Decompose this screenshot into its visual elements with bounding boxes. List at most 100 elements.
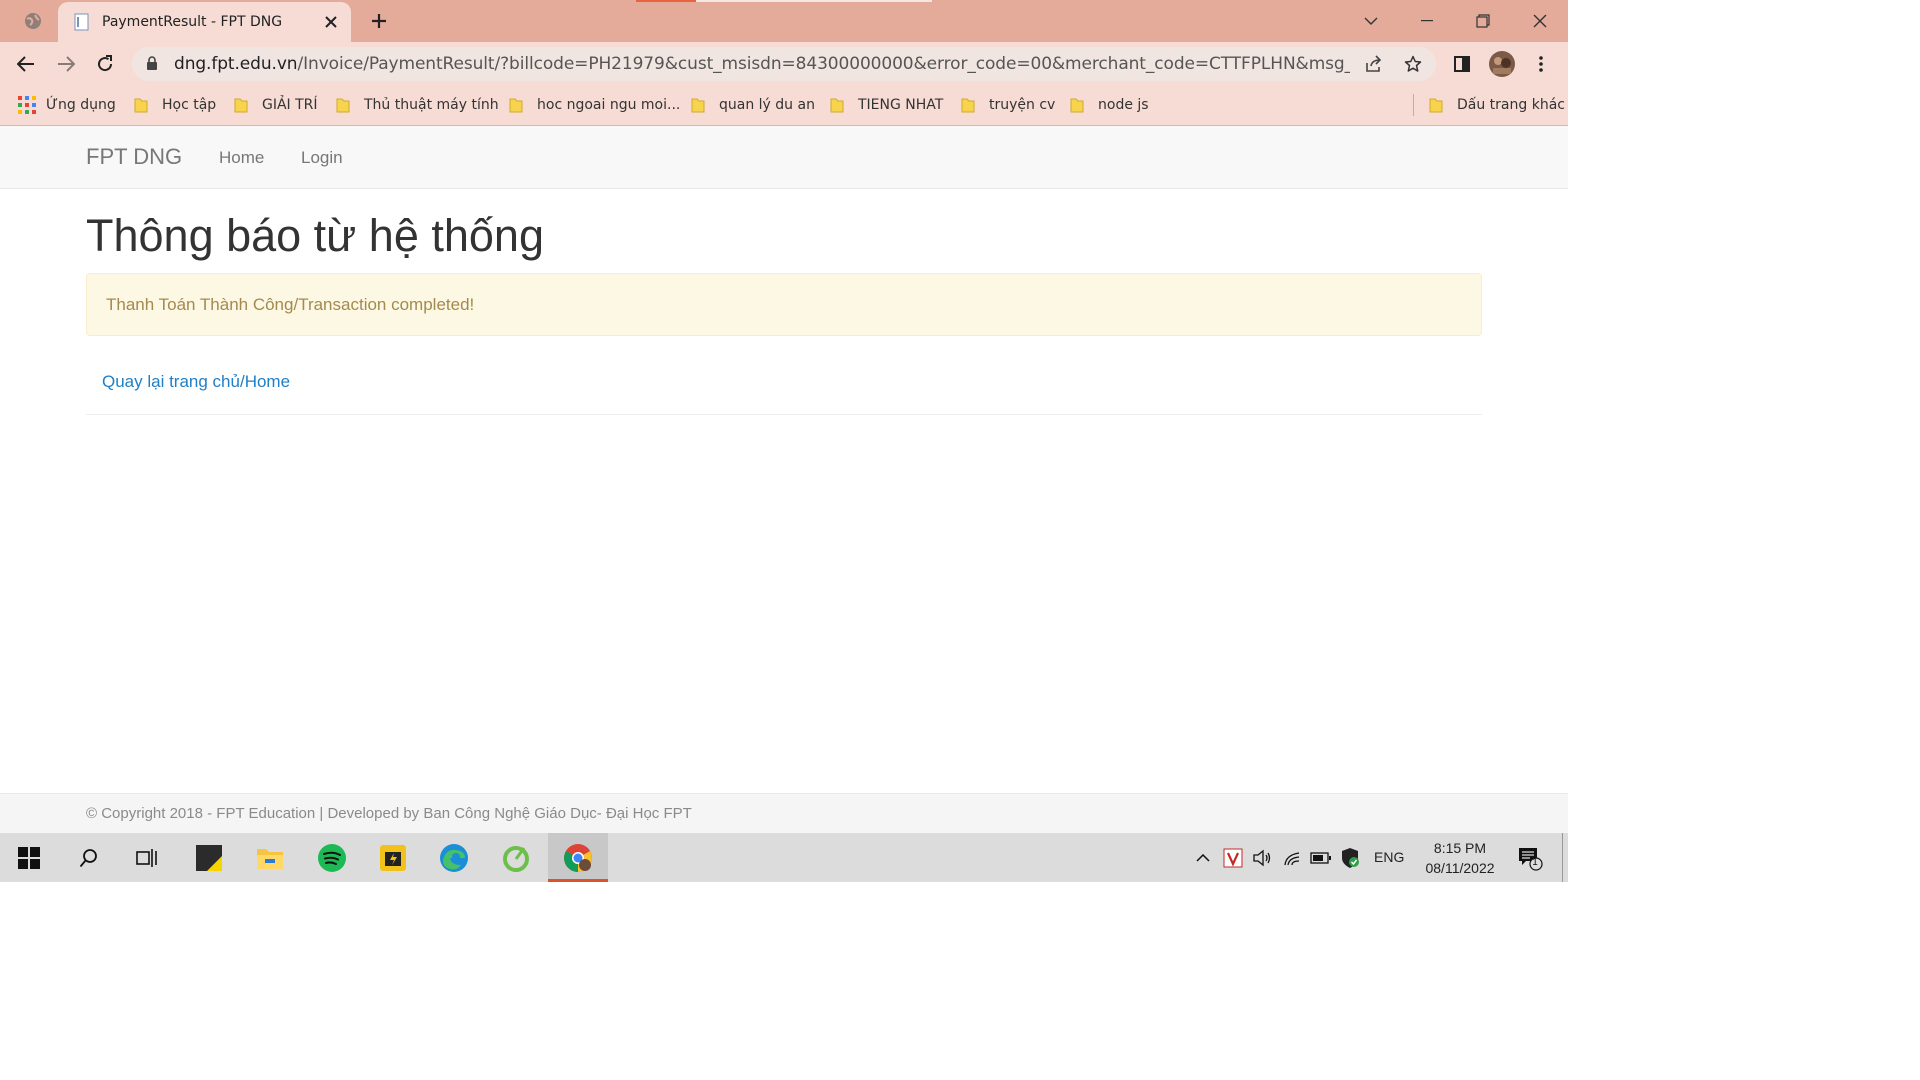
taskbar-app-chrome[interactable] [548, 833, 608, 882]
apps-grid-icon [18, 96, 36, 114]
side-panel-button[interactable] [1448, 50, 1476, 78]
profile-avatar[interactable] [1488, 50, 1516, 78]
bookmark-other-folder[interactable]: Dấu trang khác [1429, 94, 1565, 116]
close-icon [1533, 14, 1547, 28]
tab-list-button[interactable] [1343, 0, 1399, 42]
divider [86, 414, 1482, 415]
taskbar-app-sticky-notes[interactable] [193, 842, 225, 874]
bookmark-label: Thủ thuật máy tính [364, 97, 499, 113]
close-window-button[interactable] [1512, 0, 1568, 42]
start-button[interactable] [13, 842, 45, 874]
minimize-button[interactable] [1399, 0, 1455, 42]
taskbar-app-edge[interactable] [438, 842, 470, 874]
share-icon[interactable] [1364, 54, 1384, 74]
nav-link-login[interactable]: Login [301, 148, 343, 168]
site-brand[interactable]: FPT DNG [86, 144, 182, 170]
folder-icon [691, 97, 705, 113]
avatar-icon [1489, 51, 1515, 77]
bookmark-folder[interactable]: Học tập [134, 94, 216, 116]
bookmark-label: Ứng dụng [46, 97, 116, 113]
restore-icon [1476, 14, 1490, 28]
arrow-left-icon [17, 56, 34, 72]
action-center-button[interactable]: 1 [1516, 847, 1544, 871]
bookmark-label: TIENG NHAT [858, 97, 944, 113]
bookmark-folder[interactable]: hoc ngoai ngu moi... [509, 94, 680, 116]
back-home-link[interactable]: Quay lại trang chủ/Home [102, 372, 290, 392]
bookmark-apps[interactable]: Ứng dụng [18, 94, 116, 116]
folder-icon [1070, 97, 1084, 113]
spotify-icon [318, 844, 346, 872]
bookmark-label: Dấu trang khác [1457, 97, 1565, 113]
show-hidden-icons[interactable] [1192, 847, 1214, 869]
bookmark-folder[interactable]: node js [1070, 94, 1149, 116]
tray-volume[interactable] [1251, 847, 1273, 869]
restore-button[interactable] [1455, 0, 1511, 42]
app-icon [503, 846, 529, 872]
battery-icon [1310, 852, 1331, 864]
tab-title: PaymentResult - FPT DNG [102, 14, 283, 30]
menu-button[interactable] [1527, 50, 1555, 78]
alert-message: Thanh Toán Thành Công/Transaction comple… [106, 294, 475, 314]
chrome-icon [562, 842, 594, 874]
back-button[interactable] [12, 50, 40, 78]
close-tab-icon[interactable] [321, 12, 341, 32]
antivirus-icon [1223, 848, 1243, 868]
nav-link-home[interactable]: Home [219, 148, 264, 168]
system-clock[interactable]: 8:15 PM 08/11/2022 [1414, 838, 1506, 878]
globe-icon [25, 13, 41, 29]
active-tab[interactable]: PaymentResult - FPT DNG [58, 2, 351, 42]
tray-antivirus[interactable] [1222, 847, 1244, 869]
bookmark-star-icon[interactable] [1403, 54, 1423, 74]
folder-icon [336, 97, 350, 113]
search-button[interactable] [73, 842, 105, 874]
clock-date: 08/11/2022 [1425, 860, 1495, 876]
tab-search-button[interactable] [10, 8, 56, 34]
bookmark-label: Học tập [162, 97, 217, 113]
bookmark-folder[interactable]: Thủ thuật máy tính [336, 94, 499, 116]
footer-copyright: © Copyright 2018 - FPT Education | Devel… [86, 805, 692, 822]
input-language[interactable]: ENG [1374, 849, 1404, 865]
reload-icon [98, 55, 113, 72]
folder-icon [509, 97, 523, 113]
task-view-button[interactable] [131, 842, 163, 874]
folder-icon [257, 849, 283, 869]
tray-battery[interactable] [1310, 847, 1332, 869]
shield-icon [1342, 848, 1359, 868]
edge-icon [440, 844, 468, 872]
app-icon [380, 845, 406, 871]
notification-count: 1 [1532, 857, 1538, 868]
taskbar-app-yellow[interactable] [377, 842, 409, 874]
folder-icon [234, 97, 248, 113]
taskbar-app-spotify[interactable] [316, 842, 348, 874]
bookmark-folder[interactable]: GIẢI TRÍ [234, 94, 318, 116]
arrow-right-icon [58, 56, 75, 72]
tray-security[interactable] [1339, 847, 1361, 869]
search-icon [79, 849, 97, 868]
bookmark-label: node js [1098, 97, 1149, 113]
forward-button[interactable] [52, 50, 80, 78]
address-bar[interactable]: dng.fpt.edu.vn/Invoice/PaymentResult/?bi… [132, 47, 1436, 81]
tray-network[interactable] [1282, 847, 1304, 869]
bookmark-label: GIẢI TRÍ [262, 97, 318, 113]
wifi-icon [1284, 852, 1300, 866]
bookmark-folder[interactable]: quan lý du an [691, 94, 815, 116]
site-navbar: FPT DNG Home Login [0, 126, 1568, 189]
bookmark-label: quan lý du an [719, 97, 815, 113]
sticky-notes-icon [196, 845, 222, 871]
reload-button[interactable] [91, 50, 119, 78]
url-text: dng.fpt.edu.vn/Invoice/PaymentResult/?bi… [174, 54, 1350, 74]
bookmark-folder[interactable]: TIENG NHAT [830, 94, 943, 116]
new-tab-button[interactable] [366, 8, 392, 34]
folder-icon [961, 97, 975, 113]
minimize-icon [1421, 20, 1433, 22]
side-panel-icon [1454, 56, 1470, 72]
taskbar-app-file-explorer[interactable] [254, 842, 286, 874]
folder-icon [134, 97, 148, 113]
site-footer: © Copyright 2018 - FPT Education | Devel… [0, 793, 1568, 834]
taskbar-app-green[interactable] [500, 842, 532, 874]
bookmark-folder[interactable]: truyện cv [961, 94, 1055, 116]
page-icon [74, 13, 90, 31]
kebab-menu-icon [1539, 56, 1543, 72]
url-host: dng.fpt.edu.vn [174, 54, 298, 74]
show-desktop-divider[interactable] [1562, 833, 1563, 882]
